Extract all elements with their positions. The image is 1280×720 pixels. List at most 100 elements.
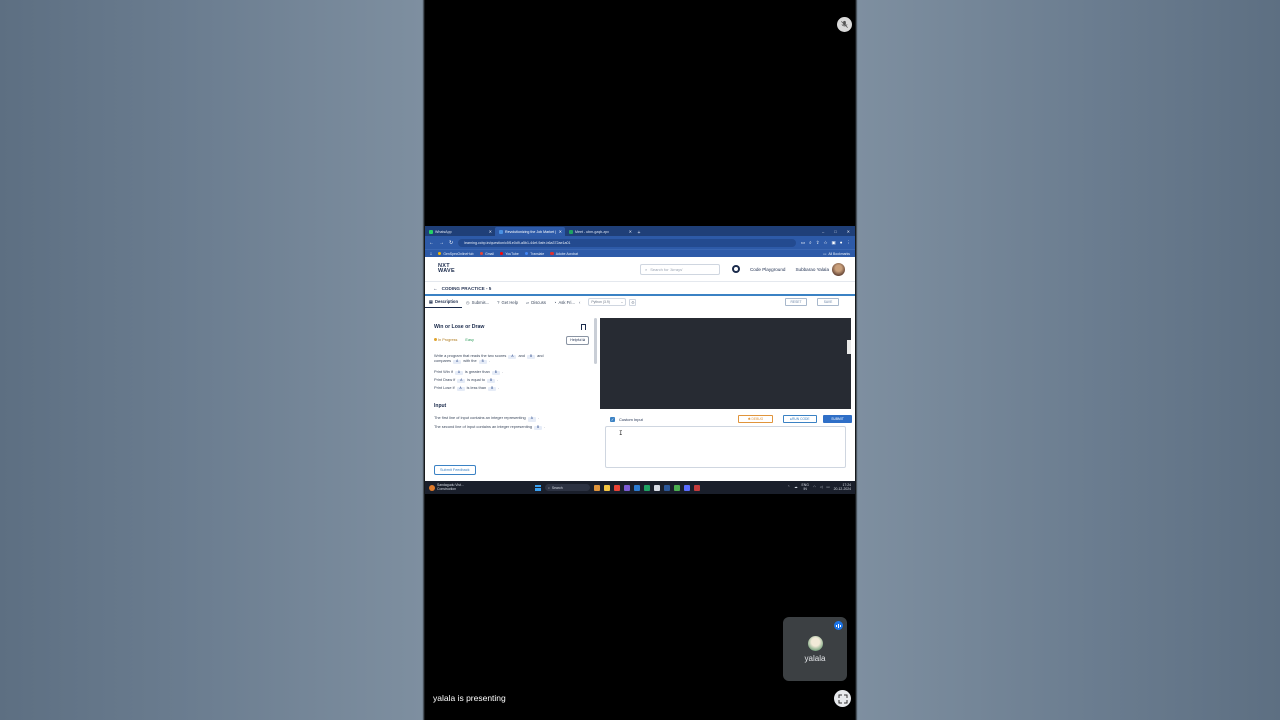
maximize-icon[interactable]: □ — [834, 229, 836, 234]
browser-tab-bar: WhatsApp ✕ Revolutionizing the Job Market… — [425, 226, 855, 236]
reset-button[interactable]: RESET — [785, 298, 807, 306]
custom-input-label: Custom Input — [619, 416, 643, 422]
battery-icon[interactable]: ▭ — [826, 485, 829, 490]
app-icon[interactable] — [654, 484, 660, 491]
cloud-icon[interactable]: ☁ — [794, 485, 797, 490]
address-bar-row: ← → ↻ learning.ccbp.in/question/c5f1e0d9… — [425, 236, 855, 249]
system-tray: ⌃ ☁ ENG IN ◠ ◁ ▭ 17:24 20-12-2024 — [787, 483, 855, 491]
close-tab-icon[interactable]: ✕ — [629, 229, 632, 234]
tab-ask-friend[interactable]: ◔ Ask Fri... — [550, 296, 579, 308]
taskbar-apps: ⌕ Search — [535, 484, 700, 491]
debug-button[interactable]: ✱ DEBUG — [738, 415, 773, 423]
site-icon — [499, 229, 503, 234]
user-menu[interactable]: Subbarao Yalala — [795, 262, 845, 276]
profile-icon[interactable]: ● — [840, 240, 843, 246]
word-icon[interactable] — [664, 484, 670, 491]
bookmark-item[interactable]: Adobe Acrobat — [550, 252, 578, 256]
submit-feedback-button[interactable]: Submit Feedback — [434, 465, 476, 475]
input-description: The first line of input contains an inte… — [434, 415, 546, 430]
app-icon[interactable] — [674, 484, 680, 491]
close-window-icon[interactable]: ✕ — [847, 229, 850, 234]
minimize-icon[interactable]: – — [822, 229, 824, 234]
streak-icon[interactable] — [731, 265, 740, 273]
app-icon[interactable] — [694, 484, 700, 491]
browser-tab-whatsapp[interactable]: WhatsApp ✕ — [425, 227, 495, 236]
bookmark-item[interactable]: Gmail — [479, 252, 494, 256]
save-button[interactable]: SAVE — [817, 298, 839, 306]
participant-tile[interactable]: yalala — [783, 617, 847, 681]
language-select[interactable]: Python (3.9) ⌄ — [588, 298, 627, 306]
presenter-banner: yalala is presenting — [433, 693, 506, 703]
expand-icon[interactable] — [834, 690, 851, 707]
tab-submissions[interactable]: ◷ Submis... — [462, 296, 493, 308]
browser-tab-meet[interactable]: Meet - ubm-gzqb-zpx ✕ — [565, 227, 635, 236]
search-icon: ⌕ — [644, 266, 648, 272]
tab-get-help[interactable]: ? Get Help — [493, 296, 522, 308]
avatar — [807, 635, 823, 651]
star-icon[interactable]: ☆ — [823, 240, 827, 246]
new-tab-icon[interactable]: + — [635, 230, 643, 236]
teams-icon[interactable] — [624, 484, 630, 491]
reload-icon[interactable]: ↻ — [449, 240, 453, 246]
helpful-button[interactable]: Helpful ⧉ — [566, 336, 589, 345]
copilot-icon[interactable] — [594, 484, 600, 491]
scrollbar[interactable] — [594, 318, 597, 364]
chat-icon: ▱ — [526, 299, 530, 305]
windows-start-icon[interactable] — [535, 484, 541, 491]
submit-button[interactable]: SUBMIT — [823, 415, 852, 423]
language-indicator[interactable]: ENG IN — [801, 483, 808, 491]
editor-scrollbar[interactable] — [847, 340, 851, 354]
tab-description[interactable]: ▤ Description — [425, 296, 463, 308]
cast-icon[interactable]: ▭ — [801, 240, 805, 246]
tab-discuss[interactable]: ▱ Discuss — [522, 296, 550, 308]
taskbar-search[interactable]: ⌕ Search — [545, 484, 590, 491]
help-icon: ? — [497, 299, 500, 305]
avatar — [832, 262, 845, 276]
custom-input-checkbox[interactable]: ✓ — [610, 416, 615, 422]
close-tab-icon[interactable]: ✕ — [489, 229, 492, 234]
nxtwave-logo[interactable]: NXT WAVE — [438, 263, 455, 275]
file-explorer-icon[interactable] — [604, 484, 610, 491]
forward-icon[interactable]: → — [439, 240, 444, 246]
app-header: NXT WAVE ⌕ Search for 'Arrays' Code Playgr… — [425, 257, 855, 282]
bookmark-item[interactable]: YouTube — [499, 252, 519, 256]
wifi-icon[interactable]: ◠ — [813, 485, 816, 490]
problem-panel: Win or Lose or Draw In Progress Easy Hel… — [425, 318, 597, 454]
url-field[interactable]: learning.ccbp.in/question/c5f1e0d9-a5b1-… — [458, 238, 796, 247]
bookmark-item[interactable]: GenSpecOnlineHub — [437, 252, 474, 256]
bookmark-item[interactable]: Translate — [524, 252, 544, 256]
share-icon[interactable]: ⇪ — [816, 240, 820, 246]
back-arrow-icon[interactable]: ← — [433, 286, 438, 291]
difficulty-badge: Easy — [465, 338, 474, 343]
volume-icon[interactable]: ◁ — [820, 485, 823, 490]
bug-icon: ✱ — [747, 417, 751, 421]
mic-off-icon — [837, 17, 852, 32]
code-playground-link[interactable]: Code Playground — [750, 267, 786, 272]
bookmark-icon[interactable] — [581, 324, 586, 330]
edge-icon[interactable] — [644, 484, 650, 491]
bookmarks-bar: ⁞⁞ GenSpecOnlineHub Gmail YouTube Transl… — [425, 249, 855, 257]
search-input[interactable]: ⌕ Search for 'Arrays' — [639, 263, 720, 275]
app-icon[interactable] — [684, 484, 690, 491]
store-icon[interactable] — [634, 484, 640, 491]
zoom-icon[interactable]: ⌕ — [809, 240, 812, 246]
extensions-icon[interactable]: ▣ — [832, 240, 836, 246]
chevron-up-icon[interactable]: ⌃ — [787, 485, 790, 490]
chevron-down-icon: ⌄ — [620, 300, 624, 304]
run-controls: ✓ Custom Input ✱ DEBUG ▸ RUN CODE SUBMIT — [610, 414, 852, 424]
close-tab-icon[interactable]: ✕ — [559, 229, 562, 234]
all-bookmarks[interactable]: ▭ All Bookmarks — [823, 252, 850, 256]
browser-tab-active[interactable]: Revolutionizing the Job Market | ✕ — [495, 227, 565, 236]
back-icon[interactable]: ← — [429, 240, 434, 246]
settings-icon[interactable]: ⚙ — [629, 298, 637, 306]
collapse-chevron-icon[interactable]: ‹ — [579, 300, 580, 305]
window-controls: – □ ✕ — [817, 229, 855, 234]
code-editor[interactable] — [600, 318, 851, 409]
menu-icon[interactable]: ⋮ — [847, 240, 852, 246]
chrome-icon[interactable] — [614, 484, 620, 491]
apps-icon[interactable]: ⁞⁞ — [430, 252, 432, 256]
weather-widget[interactable]: Sandagudu Vist... Construction — [425, 483, 535, 491]
run-code-button[interactable]: ▸ RUN CODE — [783, 415, 817, 423]
clock[interactable]: 17:24 20-12-2024 — [834, 483, 851, 491]
custom-input-field[interactable]: I — [605, 426, 846, 468]
